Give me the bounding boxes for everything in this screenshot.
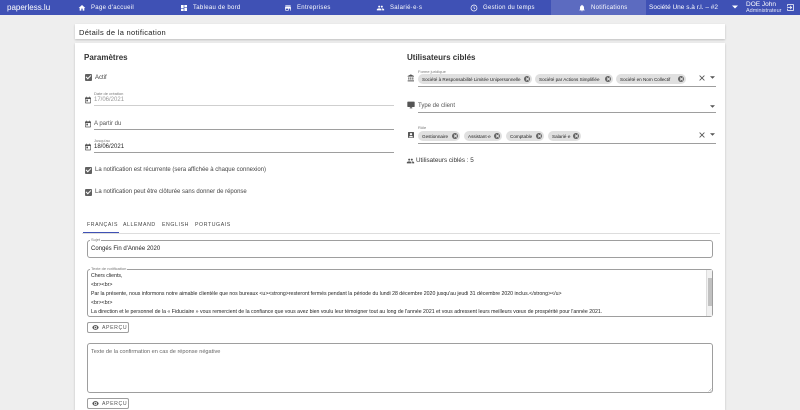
nav-entreprises[interactable]: Entreprises [284,0,331,15]
nav-dashboard[interactable]: Tableau de bord [180,0,241,15]
monitor-icon [407,101,415,109]
notification-text-line: <br><br> [91,282,113,288]
eye-icon [92,401,99,406]
chip-remove-icon[interactable] [524,76,530,82]
end-date-underline [94,152,394,153]
people-icon [376,5,385,10]
clear-icon[interactable] [699,75,705,81]
people-icon [406,158,415,164]
calendar-icon [85,120,91,128]
eye-icon [92,325,99,330]
chip-sas[interactable]: Société par Actions Simplifiée [535,74,613,84]
targeted-users-count: Utilisateurs ciblés : 5 [416,157,474,164]
subject-value: Congés Fin d'Année 2020 [91,246,161,252]
role-underline [418,143,716,144]
page-title: Détails de la notification [79,28,167,37]
user-role: Administrateur [746,8,782,14]
chip-remove-icon[interactable] [536,133,542,139]
chip-remove-icon[interactable] [605,76,611,82]
tab-english[interactable]: ENGLISH [162,222,189,228]
recurring-checkbox[interactable] [85,167,92,174]
creation-date-underline [94,105,394,106]
company-selector[interactable]: Société Une s.à r.l. – #2 [646,0,742,15]
subject-field[interactable] [87,240,713,258]
business-icon [285,4,291,11]
notification-text-line: Chers clients, [91,273,123,279]
notification-text-label: Texte de notification [90,266,128,271]
user-name: DOE John [746,1,776,8]
chevron-down-icon [732,5,738,9]
chip-remove-icon[interactable] [678,76,684,82]
clear-icon[interactable] [699,132,705,138]
scrollbar-thumb[interactable] [708,278,712,306]
targets-title: Utilisateurs ciblés [407,53,476,62]
closable-label: La notification peut être clôturée sans … [95,189,247,195]
chip-sarl-unipersonnelle[interactable]: Société à Responsabilité Limitée Unipers… [418,74,532,84]
chip-gestionnaire[interactable]: Gestionnaire [418,131,460,141]
client-type-underline [418,112,716,113]
recurring-label: La notification est récurrente (sera aff… [95,167,266,173]
start-date-field[interactable]: A partir du [94,121,121,127]
role-label: Rôle [418,125,427,130]
end-date-label: Jusqu'au [94,138,110,143]
chip-remove-icon[interactable] [494,133,500,139]
nav-gestion-temps[interactable]: Gestion du temps [470,0,535,15]
brand-logo[interactable]: paperless.lu [7,3,50,12]
nav-notifications[interactable]: Notifications [551,0,646,15]
logout-icon[interactable] [786,3,795,12]
notification-text-line: <br><br> [91,300,113,306]
tab-portugais[interactable]: PORTUGAIS [195,222,231,228]
chip-snc[interactable]: Société en Nom Collectif [616,74,686,84]
calendar-icon [85,143,91,151]
start-date-underline [94,129,394,130]
subject-label: Sujet [90,237,102,242]
client-type-select[interactable]: Type de client [418,103,455,109]
nav-home[interactable]: Page d'accueil [78,0,134,15]
end-date-field[interactable]: 18/06/2021 [94,144,124,150]
textarea-scrollbar[interactable] [706,270,712,316]
badge-icon [408,132,414,138]
chevron-down-icon[interactable] [710,76,715,79]
tabs-divider [82,233,720,234]
nav-salaries[interactable]: Salarié·e·s [376,0,422,15]
chip-remove-icon[interactable] [573,133,579,139]
negative-response-placeholder: Texte de la confirmation en cas de répon… [91,349,221,355]
tab-francais[interactable]: FRANÇAIS [87,222,118,228]
tab-allemand[interactable]: ALLEMAND [123,222,156,228]
clock-icon [470,4,478,11]
bank-icon [407,74,414,82]
dashboard-icon [181,4,187,11]
notification-text-line: Par la présente, nous informons notre ai… [91,291,562,297]
chip-comptable[interactable]: Comptable [506,131,544,141]
home-icon [78,4,86,11]
legal-form-underline [418,86,716,87]
chip-remove-icon[interactable] [452,133,458,139]
top-navigation-bar: paperless.lu Page d'accueil Tableau de b… [0,0,800,15]
chevron-down-icon[interactable] [710,105,715,108]
creation-date-field: 17/06/2021 [94,97,125,103]
actif-label: Actif [95,75,107,81]
page-header: Détails de la notification [75,24,725,39]
role-chips: Gestionnaire Assistant·e Comptable Salar… [418,131,658,142]
calendar-icon [85,96,91,104]
legal-form-chips: Société à Responsabilité Limitée Unipers… [418,74,690,85]
creation-date-label: Date de création [94,91,124,96]
bell-icon [579,4,585,11]
actif-checkbox[interactable] [85,74,92,81]
closable-checkbox[interactable] [85,189,92,196]
params-title: Paramètres [84,53,128,62]
chevron-down-icon[interactable] [710,133,715,136]
chip-assistant[interactable]: Assistant·e [464,131,502,141]
chip-salarie[interactable]: Salarié·e [548,131,581,141]
preview-button[interactable]: APERÇU [87,322,129,333]
user-info: DOE John Administrateur [746,1,781,15]
notification-text-line: La direction et le personnel de la « Fid… [91,309,603,315]
resize-handle-icon[interactable] [707,387,712,392]
preview-button[interactable]: APERÇU [87,398,129,409]
